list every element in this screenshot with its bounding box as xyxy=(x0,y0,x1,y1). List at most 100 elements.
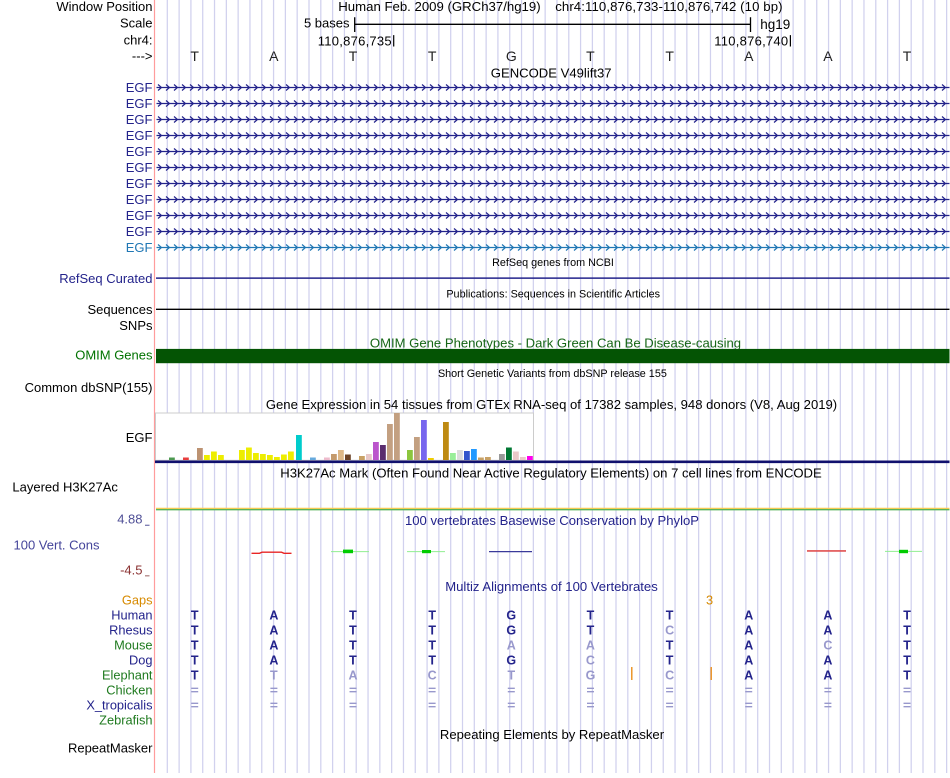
svg-text:A: A xyxy=(823,608,832,622)
svg-text:A: A xyxy=(744,608,753,622)
svg-text:T: T xyxy=(191,668,199,682)
svg-text:Layered H3K27Ac: Layered H3K27Ac xyxy=(12,480,118,495)
svg-text:RepeatMasker: RepeatMasker xyxy=(68,740,153,755)
svg-text:Mouse: Mouse xyxy=(114,637,152,652)
svg-text:110,876,740: 110,876,740 xyxy=(714,34,788,49)
svg-text:100 Vert. Cons: 100 Vert. Cons xyxy=(14,537,100,552)
svg-text:T: T xyxy=(428,623,436,637)
svg-text:EGF: EGF xyxy=(126,192,153,207)
svg-text:RefSeq Curated: RefSeq Curated xyxy=(59,271,152,286)
svg-text:A: A xyxy=(507,638,516,652)
svg-text:--->: ---> xyxy=(132,49,153,64)
svg-text:100 vertebrates Basewise Conse: 100 vertebrates Basewise Conservation by… xyxy=(405,513,699,528)
svg-text:T: T xyxy=(349,48,358,64)
svg-text:T: T xyxy=(191,638,199,652)
svg-text:G: G xyxy=(506,608,516,622)
svg-text:Scale: Scale xyxy=(120,15,153,30)
svg-text:A: A xyxy=(823,668,832,682)
svg-text:EGF: EGF xyxy=(126,430,153,445)
svg-text:A: A xyxy=(744,653,753,667)
svg-text:A: A xyxy=(269,48,279,64)
svg-text:T: T xyxy=(665,48,674,64)
svg-text:H3K27Ac Mark (Often Found Near: H3K27Ac Mark (Often Found Near Active Re… xyxy=(280,466,822,481)
svg-text:T: T xyxy=(349,608,357,622)
svg-text:Human Feb. 2009 (GRCh37/hg19): Human Feb. 2009 (GRCh37/hg19) xyxy=(338,0,540,14)
svg-text:A: A xyxy=(744,638,753,652)
svg-text:T: T xyxy=(349,653,357,667)
svg-text:C: C xyxy=(665,668,674,682)
svg-text:T: T xyxy=(270,668,278,682)
svg-text:EGF: EGF xyxy=(126,80,153,95)
svg-text:EGF: EGF xyxy=(126,240,153,255)
svg-text:A: A xyxy=(348,668,357,682)
svg-text:EGF: EGF xyxy=(126,224,153,239)
svg-text:C: C xyxy=(823,638,832,652)
svg-text:A: A xyxy=(586,638,595,652)
svg-text:Sequences: Sequences xyxy=(87,302,153,317)
svg-text:Gaps: Gaps xyxy=(122,592,153,607)
svg-text:T: T xyxy=(428,608,436,622)
svg-text:Zebrafish: Zebrafish xyxy=(99,712,152,727)
svg-text:T: T xyxy=(191,653,199,667)
svg-text:chr4:: chr4: xyxy=(124,33,153,48)
svg-text:C: C xyxy=(665,623,674,637)
svg-text:X_tropicalis: X_tropicalis xyxy=(86,697,152,712)
svg-text:Gene Expression in 54 tissues: Gene Expression in 54 tissues from GTEx … xyxy=(266,397,837,412)
svg-text:A: A xyxy=(744,668,753,682)
svg-text:T: T xyxy=(587,623,595,637)
svg-text:T: T xyxy=(903,48,912,64)
svg-text:SNPs: SNPs xyxy=(119,318,153,333)
svg-text:T: T xyxy=(428,653,436,667)
svg-text:Human: Human xyxy=(111,607,152,622)
svg-text:OMIM Genes: OMIM Genes xyxy=(75,347,153,362)
svg-text:Window Position: Window Position xyxy=(56,0,152,14)
svg-text:T: T xyxy=(191,623,199,637)
svg-text:Dog: Dog xyxy=(129,652,152,667)
svg-text:EGF: EGF xyxy=(126,96,153,111)
svg-text:Repeating Elements by RepeatMa: Repeating Elements by RepeatMasker xyxy=(440,727,665,742)
svg-text:5 bases: 5 bases xyxy=(304,15,350,30)
svg-text:T: T xyxy=(903,653,911,667)
svg-text:T: T xyxy=(507,668,515,682)
svg-text:T: T xyxy=(587,608,595,622)
svg-text:T: T xyxy=(903,623,911,637)
svg-text:A: A xyxy=(269,638,278,652)
svg-text:T: T xyxy=(190,48,199,64)
svg-text:EGF: EGF xyxy=(126,176,153,191)
svg-text:T: T xyxy=(191,608,199,622)
svg-text:T: T xyxy=(349,638,357,652)
svg-text:G: G xyxy=(586,668,596,682)
svg-text:C: C xyxy=(428,668,437,682)
svg-text:GENCODE V49lift37: GENCODE V49lift37 xyxy=(491,66,612,81)
svg-text:T: T xyxy=(428,48,437,64)
svg-text:Elephant: Elephant xyxy=(102,667,153,682)
svg-text:A: A xyxy=(269,623,278,637)
svg-text:Common dbSNP(155): Common dbSNP(155) xyxy=(25,380,153,395)
svg-text:A: A xyxy=(823,653,832,667)
svg-text:G: G xyxy=(506,623,516,637)
svg-text:A: A xyxy=(823,48,833,64)
svg-text:EGF: EGF xyxy=(126,208,153,223)
svg-text:RefSeq genes from NCBI: RefSeq genes from NCBI xyxy=(492,257,614,269)
svg-text:EGF: EGF xyxy=(126,128,153,143)
svg-text:110,876,735: 110,876,735 xyxy=(318,34,392,49)
svg-text:A: A xyxy=(744,48,754,64)
svg-text:chr4:110,876,733-110,876,742 (: chr4:110,876,733-110,876,742 (10 bp) xyxy=(555,0,782,14)
svg-text:hg19: hg19 xyxy=(760,17,790,32)
svg-text:A: A xyxy=(269,608,278,622)
svg-text:A: A xyxy=(744,623,753,637)
svg-text:G: G xyxy=(506,653,516,667)
svg-text:T: T xyxy=(666,638,674,652)
svg-text:Multiz Alignments of 100 Verte: Multiz Alignments of 100 Vertebrates xyxy=(445,579,658,594)
svg-text:T: T xyxy=(903,608,911,622)
svg-text:G: G xyxy=(506,48,517,64)
svg-text:EGF: EGF xyxy=(126,144,153,159)
svg-text:T: T xyxy=(586,48,595,64)
svg-text:Publications: Sequences in Sci: Publications: Sequences in Scientific Ar… xyxy=(446,289,660,301)
svg-text:Chicken: Chicken xyxy=(106,682,152,697)
svg-text:T: T xyxy=(666,608,674,622)
svg-text:4.88: 4.88 xyxy=(117,511,142,526)
svg-text:A: A xyxy=(823,623,832,637)
svg-text:EGF: EGF xyxy=(126,112,153,127)
svg-text:T: T xyxy=(903,668,911,682)
